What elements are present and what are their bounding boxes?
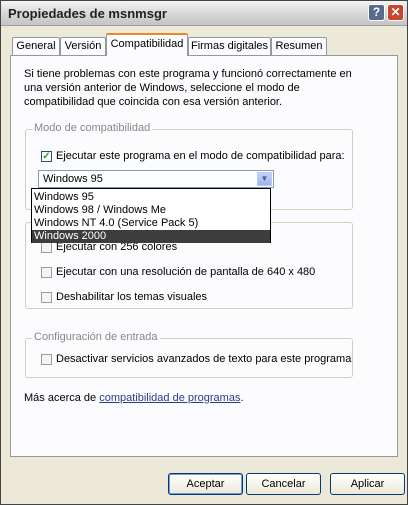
advanced-text-services-label[interactable]: Desactivar servicios avanzados de texto … bbox=[56, 353, 351, 365]
close-button[interactable]: ✕ bbox=[387, 4, 404, 21]
advanced-text-services-checkbox[interactable] bbox=[41, 354, 52, 365]
tab-digital-signatures[interactable]: Firmas digitales bbox=[188, 37, 271, 55]
compat-mode-checkbox-label[interactable]: Ejecutar este programa en el modo de com… bbox=[56, 150, 345, 162]
input-settings-legend: Configuración de entrada bbox=[32, 331, 160, 343]
option-windows-nt4-sp5[interactable]: Windows NT 4.0 (Service Pack 5) bbox=[32, 217, 270, 230]
disable-themes-label[interactable]: Deshabilitar los temas visuales bbox=[56, 291, 207, 303]
more-info-prefix: Más acerca de bbox=[24, 392, 100, 404]
tab-summary[interactable]: Resumen bbox=[271, 37, 327, 55]
option-windows-95[interactable]: Windows 95 bbox=[32, 191, 270, 204]
properties-dialog: Propiedades de msnmsgr ? ✕ General Versi… bbox=[0, 0, 408, 505]
window-title: Propiedades de msnmsgr bbox=[8, 6, 167, 21]
more-info-suffix: . bbox=[240, 392, 244, 404]
option-windows-2000[interactable]: Windows 2000 bbox=[32, 230, 270, 243]
chevron-down-icon[interactable]: ▼ bbox=[257, 172, 272, 186]
tab-compatibility[interactable]: Compatibilidad bbox=[106, 33, 188, 56]
option-windows-98-me[interactable]: Windows 98 / Windows Me bbox=[32, 204, 270, 217]
intro-line-1: Si tiene problemas con este programa y f… bbox=[24, 68, 352, 80]
os-version-selected: Windows 95 bbox=[43, 173, 103, 185]
os-version-dropdown-list[interactable]: Windows 95 Windows 98 / Windows Me Windo… bbox=[31, 188, 271, 243]
compat-mode-checkbox[interactable]: ✓ bbox=[41, 151, 52, 162]
ok-button[interactable]: Aceptar bbox=[168, 473, 243, 495]
640x480-checkbox[interactable] bbox=[41, 267, 52, 278]
tab-version[interactable]: Versión bbox=[60, 37, 106, 55]
compatibility-panel: Si tiene problemas con este programa y f… bbox=[10, 55, 398, 457]
256-colors-checkbox[interactable] bbox=[41, 242, 52, 253]
disable-themes-checkbox[interactable] bbox=[41, 292, 52, 303]
program-compatibility-link[interactable]: compatibilidad de programas bbox=[99, 392, 240, 404]
compat-mode-legend: Modo de compatibilidad bbox=[32, 122, 153, 134]
intro-line-3: compatibilidad que coincida con esa vers… bbox=[24, 96, 283, 108]
cancel-button[interactable]: Cancelar bbox=[246, 473, 321, 495]
title-bar[interactable]: Propiedades de msnmsgr ? ✕ bbox=[1, 1, 407, 26]
apply-button[interactable]: Aplicar bbox=[330, 473, 405, 495]
intro-line-2: una versión anterior de Windows, selecci… bbox=[24, 82, 300, 94]
more-info-text: Más acerca de compatibilidad de programa… bbox=[24, 392, 244, 404]
640x480-label[interactable]: Ejecutar con una resolución de pantalla … bbox=[56, 266, 315, 278]
help-button[interactable]: ? bbox=[368, 4, 385, 21]
tab-general[interactable]: General bbox=[12, 37, 60, 55]
os-version-select[interactable]: Windows 95 ▼ bbox=[38, 170, 274, 188]
